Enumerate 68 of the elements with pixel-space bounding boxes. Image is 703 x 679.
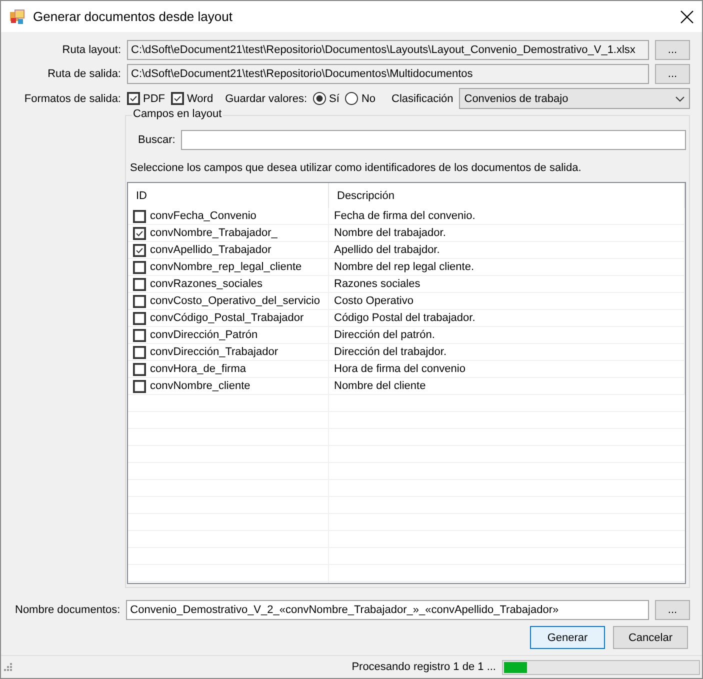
field-label: Clasificación — [392, 92, 454, 104]
checkbox[interactable] — [133, 328, 146, 342]
checkbox-label: Word — [187, 92, 214, 104]
table-cell: Costo Operativo — [334, 295, 414, 307]
table-cell: Código Postal del trabajador. — [334, 312, 476, 324]
generate-button[interactable]: Generar — [530, 626, 605, 649]
table-cell: convApellido_Trabajador — [150, 244, 272, 256]
table-cell: Apellido del trabajdor. — [334, 244, 440, 256]
table-cell: Nombre del rep legal cliente. — [334, 261, 474, 273]
field-label: Buscar: — [138, 134, 176, 146]
table-cell: convFecha_Convenio — [150, 210, 256, 222]
field-label: Ruta layout: — [61, 44, 121, 56]
table-cell: Dirección del patrón. — [334, 329, 435, 341]
app-icon — [9, 8, 25, 24]
classification-dropdown[interactable]: Convenios de trabajo — [459, 88, 690, 109]
table-cell: convRazones_sociales — [150, 278, 263, 290]
status-text: Procesando registro 1 de 1 ... — [352, 661, 496, 673]
column-header[interactable]: ID — [136, 190, 147, 202]
field-label: Ruta de salida: — [46, 68, 121, 80]
column-header[interactable]: Descripción — [337, 190, 394, 202]
table-cell: convCódigo_Postal_Trabajador — [150, 312, 304, 324]
field-label: Nombre documentos: — [14, 604, 120, 616]
table-cell: convNombre_Trabajador_ — [150, 227, 278, 239]
table-cell: Razones sociales — [334, 278, 420, 290]
instruction-text: Seleccione los campos que desea utilizar como identificadores de los documentos de salida. — [129, 161, 582, 176]
checkbox[interactable] — [133, 244, 146, 256]
radio-button[interactable] — [313, 92, 326, 105]
table-cell: convCosto_Operativo_del_servicio — [150, 295, 320, 307]
browse-button[interactable]: ... — [655, 40, 690, 60]
checkbox[interactable] — [133, 278, 146, 290]
checkbox[interactable] — [133, 380, 146, 392]
checkbox-label: PDF — [143, 92, 165, 104]
path-field[interactable]: C:\dSoft\eDocument21\test\Repositorio\Documentos\Multidocumentos — [127, 64, 649, 84]
checkbox[interactable] — [133, 362, 146, 376]
table-cell: Hora de firma del convenio — [334, 363, 466, 375]
checkbox[interactable] — [133, 346, 146, 358]
checkbox[interactable] — [133, 210, 146, 222]
table-cell: convDirección_Patrón — [150, 329, 258, 341]
checkbox[interactable] — [133, 226, 146, 240]
table-cell: convHora_de_firma — [150, 363, 246, 375]
document-name-field[interactable]: Convenio_Demostrativo_V_2_«convNombre_Trabajador_»_«convApellido_Trabajador» — [126, 600, 649, 620]
checkbox[interactable] — [127, 92, 140, 105]
checkbox[interactable] — [133, 312, 146, 324]
table-cell: Dirección del trabajdor. — [334, 346, 447, 358]
radio-button[interactable] — [345, 92, 358, 105]
checkbox[interactable] — [133, 294, 146, 308]
table-cell: Fecha de firma del convenio. — [334, 210, 476, 222]
table-cell: convNombre_cliente — [150, 380, 250, 392]
cancel-button[interactable]: Cancelar — [613, 626, 688, 649]
radio-label: Sí — [329, 92, 340, 104]
checkbox[interactable] — [171, 92, 184, 105]
group-title: Campos en layout — [132, 108, 223, 120]
checkbox[interactable] — [133, 260, 146, 274]
field-label: Formatos de salida: — [23, 92, 121, 104]
field-label: Guardar valores: — [225, 92, 308, 104]
chevron-down-icon[interactable] — [675, 96, 685, 102]
table-cell: convDirección_Trabajador — [150, 346, 278, 358]
browse-button[interactable]: ... — [655, 64, 690, 84]
path-field[interactable]: C:\dSoft\eDocument21\test\Repositorio\Documentos\Layouts\Layout_Convenio_Demostrativo_V_1.xlsx — [127, 40, 649, 60]
close-icon[interactable] — [680, 10, 694, 24]
resize-grip-icon[interactable] — [3, 662, 13, 672]
table-cell: convNombre_rep_legal_cliente — [150, 261, 302, 273]
table-cell: Nombre del cliente — [334, 380, 426, 392]
table-cell: Nombre del trabajador. — [334, 227, 446, 239]
search-field[interactable] — [181, 130, 686, 150]
radio-label: No — [361, 92, 376, 104]
browse-button[interactable]: ... — [655, 600, 690, 620]
window-title: Generar documentos desde layout — [33, 9, 234, 24]
